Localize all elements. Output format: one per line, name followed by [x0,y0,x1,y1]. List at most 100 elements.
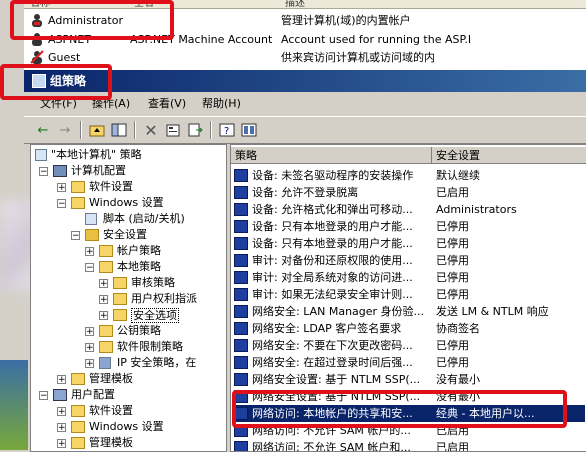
policy-name: 网络访问: 不允许 SAM 帐户和... [252,441,411,452]
policy-setting: 发送 LM & NTLM 响应 [436,305,549,318]
expand-icon[interactable]: + [57,375,66,385]
policy-name: 审计: 对备份和还原权限的使用... [252,254,413,267]
expand-icon[interactable]: + [99,311,108,321]
highlight-box-title [0,64,112,100]
policy-setting: 默认继续 [436,169,480,182]
policy-row[interactable]: 设备: 允许不登录脱离 已启用 [233,184,585,201]
show-hide-tree-icon[interactable] [110,121,128,139]
policy-setting-icon [234,373,248,386]
tree-node-label: Windows 设置 [89,420,164,433]
expand-icon[interactable]: + [85,343,94,353]
policy-name: 审计: 对全局系统对象的访问进... [252,271,413,284]
delete-icon[interactable]: ✕ [142,121,160,140]
tree-node-label: 软件限制策略 [117,340,183,353]
policy-icon [35,149,47,161]
policy-row[interactable]: 审计: 如果无法纪录安全审计则... 已停用 [233,286,585,303]
column-header-description[interactable]: 描述 [281,0,586,9]
expand-icon[interactable]: + [57,407,66,417]
policy-row[interactable]: 网络安全设置: 基于 NTLM SSP(... 没有最小 [233,371,585,388]
policy-name: 网络安全设置: 基于 NTLM SSP(... [252,373,421,386]
policy-row[interactable]: 网络安全: LDAP 客户签名要求 协商签名 [233,320,585,337]
view-icon[interactable] [240,121,258,139]
expand-icon[interactable]: + [85,327,94,337]
collapse-icon[interactable]: − [85,263,94,273]
toolbar-separator [134,121,136,139]
user-config-icon [53,389,67,401]
folder-icon [71,181,85,193]
folder-open-icon [99,261,113,273]
policy-name: 网络安全: 在超过登录时间后强... [252,356,413,369]
folder-icon [113,309,127,321]
policy-row[interactable]: 设备: 只有本地登录的用户才能... 已停用 [233,235,585,252]
expand-icon[interactable]: + [99,295,108,305]
properties-icon[interactable] [164,121,182,139]
policy-row[interactable]: 网络访问: 不允许 SAM 帐户和... 已启用 [233,439,585,452]
up-folder-icon[interactable] [88,121,106,139]
tree-node-label: 管理模板 [89,372,133,385]
policy-name: 设备: 只有本地登录的用户才能... [252,220,413,233]
menu-help[interactable]: 帮助(H) [202,97,241,111]
expand-icon[interactable]: + [57,423,66,433]
tree-node-label: 软件设置 [89,180,133,193]
policy-setting-icon [234,169,248,182]
policy-setting: 已停用 [436,356,469,369]
tree-node-label: 本地策略 [117,260,161,273]
ip-security-icon [99,357,111,369]
svg-text:?: ? [224,126,229,137]
highlight-box-policy [232,390,567,428]
folder-icon [113,293,127,305]
policy-row[interactable]: 设备: 未签名驱动程序的安装操作 默认继续 [233,167,585,184]
help-icon[interactable]: ? [218,121,236,139]
folder-icon [99,325,113,337]
highlight-box-administrator [10,0,174,40]
column-header-setting[interactable]: 安全设置 [432,147,586,164]
back-arrow-icon[interactable]: ← [34,121,52,139]
expand-icon[interactable]: + [57,439,66,449]
menu-view[interactable]: 查看(V) [148,97,186,111]
policy-name: 设备: 只有本地登录的用户才能... [252,237,413,250]
policy-setting: 已启用 [436,186,469,199]
collapse-icon[interactable]: − [71,231,80,241]
policy-setting: 已启用 [436,441,469,452]
policy-row[interactable]: 网络安全: 不要在下次更改密码... 已停用 [233,337,585,354]
computer-icon [53,165,67,177]
toolbar: ← → ✕ ? [24,116,586,144]
expand-icon[interactable]: + [57,183,66,193]
collapse-icon[interactable]: − [39,167,48,177]
policy-row[interactable]: 网络安全: 在超过登录时间后强... 已停用 [233,354,585,371]
tree-node-label: "本地计算机" 策略 [51,148,142,161]
policy-setting: 已停用 [436,220,469,233]
folder-icon [99,341,113,353]
folder-icon [113,277,127,289]
policy-setting: 已停用 [436,237,469,250]
user-description: Account used for running the ASP.I [281,33,472,46]
policy-tree: "本地计算机" 策略 − 计算机配置 + 软件设置 − Windows 设置 脚… [30,144,227,452]
policy-setting: Administrators [436,203,517,216]
expand-icon[interactable]: + [85,247,94,257]
expand-icon[interactable]: + [99,279,108,289]
policy-name: 设备: 未签名驱动程序的安装操作 [252,169,414,182]
security-folder-icon [85,229,99,241]
policy-name: 网络安全: LAN Manager 身份验... [252,305,425,318]
column-header-policy[interactable]: 策略 [231,147,432,164]
policy-name: 设备: 允许格式化和弹出可移动... [252,203,413,216]
export-list-icon[interactable] [186,121,204,139]
tree-node-label: 安全选项 [131,308,179,323]
folder-icon [71,437,85,449]
folder-icon [71,421,85,433]
policy-row[interactable]: 设备: 允许格式化和弹出可移动... Administrators [233,201,585,218]
collapse-icon[interactable]: − [57,199,66,209]
policy-row[interactable]: 设备: 只有本地登录的用户才能... 已停用 [233,218,585,235]
folder-icon [71,405,85,417]
toolbar-separator [80,121,82,139]
policy-row[interactable]: 审计: 对全局系统对象的访问进... 已停用 [233,269,585,286]
forward-arrow-icon[interactable]: → [56,121,74,139]
script-icon [85,213,97,225]
policy-row[interactable]: 审计: 对备份和还原权限的使用... 已停用 [233,252,585,269]
policy-setting-icon [234,288,248,301]
policy-setting-icon [234,322,248,335]
policy-setting-icon [234,339,248,352]
expand-icon[interactable]: + [85,359,94,369]
policy-row[interactable]: 网络安全: LAN Manager 身份验... 发送 LM & NTLM 响应 [233,303,585,320]
collapse-icon[interactable]: − [39,391,48,401]
